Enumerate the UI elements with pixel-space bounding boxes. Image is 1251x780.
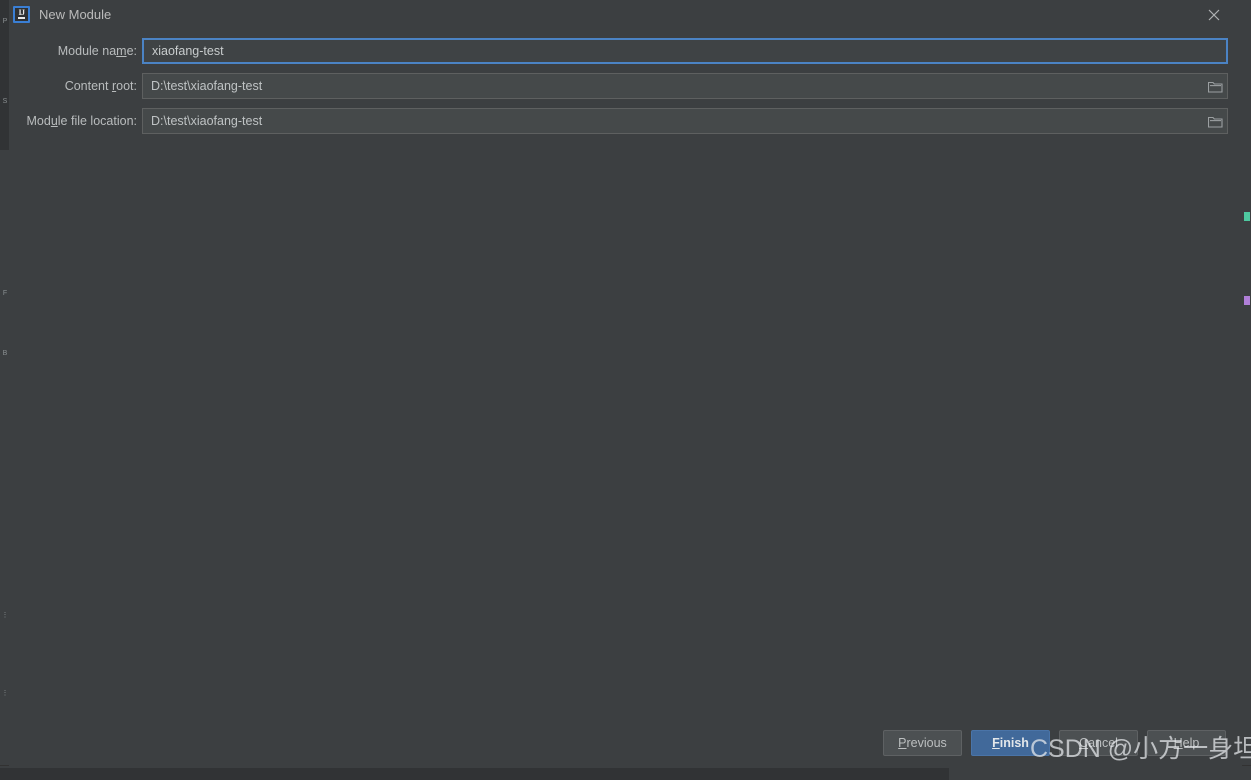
dialog-titlebar: IJ New Module: [9, 0, 1242, 30]
ide-left-tab-label-extra2[interactable]: ⋮: [0, 690, 9, 698]
ide-status-bar-left: [0, 768, 949, 780]
folder-icon: [1208, 81, 1223, 93]
help-button[interactable]: Help: [1147, 730, 1226, 756]
module-file-location-browse-button[interactable]: [1204, 109, 1228, 133]
ide-right-marker-gutter[interactable]: [1241, 0, 1251, 768]
module-file-location-field-wrap: D:\test\xiaofang-test: [142, 108, 1228, 134]
gutter-marker-2[interactable]: [1244, 296, 1250, 305]
form-row-module-file-location: Module file location: D:\test\xiaofang-t…: [9, 108, 1242, 134]
finish-button[interactable]: Finish: [971, 730, 1050, 756]
gutter-marker-1[interactable]: [1244, 212, 1250, 221]
ide-left-tab-label-extra1[interactable]: ⋮: [0, 612, 9, 620]
new-module-dialog: IJ New Module Module name: xiaofang-test: [9, 0, 1242, 768]
screen-root: P S F B ⋮ ⋮ IJ New Module Module name: x…: [0, 0, 1251, 780]
ide-left-tab-label-favorites[interactable]: F: [0, 290, 9, 298]
dialog-title: New Module: [39, 7, 112, 22]
content-root-input[interactable]: D:\test\xiaofang-test: [142, 73, 1228, 99]
dialog-button-bar: Previous Finish Cancel Help: [9, 730, 1242, 758]
form-row-content-root: Content root: D:\test\xiaofang-test: [9, 73, 1242, 99]
folder-icon: [1208, 116, 1223, 128]
ide-left-tab-label-project[interactable]: P: [0, 18, 9, 26]
ide-left-tab-label-structure[interactable]: S: [0, 98, 9, 106]
label-module-name: Module name:: [57, 44, 137, 58]
previous-button[interactable]: Previous: [883, 730, 962, 756]
intellij-idea-icon: IJ: [13, 6, 30, 23]
content-root-browse-button[interactable]: [1204, 74, 1228, 98]
form-row-module-name: Module name: xiaofang-test: [9, 38, 1242, 64]
close-button[interactable]: [1194, 0, 1234, 30]
content-root-field-wrap: D:\test\xiaofang-test: [142, 73, 1228, 99]
label-content-root: Content root:: [64, 79, 137, 93]
module-file-location-input[interactable]: D:\test\xiaofang-test: [142, 108, 1228, 134]
module-name-input[interactable]: xiaofang-test: [142, 38, 1228, 64]
close-icon: [1208, 9, 1220, 21]
ide-left-tab-label-build[interactable]: B: [0, 350, 9, 358]
module-name-field-wrap: xiaofang-test: [142, 38, 1228, 64]
label-module-file-location: Module file location:: [26, 114, 138, 128]
cancel-button[interactable]: Cancel: [1059, 730, 1138, 756]
